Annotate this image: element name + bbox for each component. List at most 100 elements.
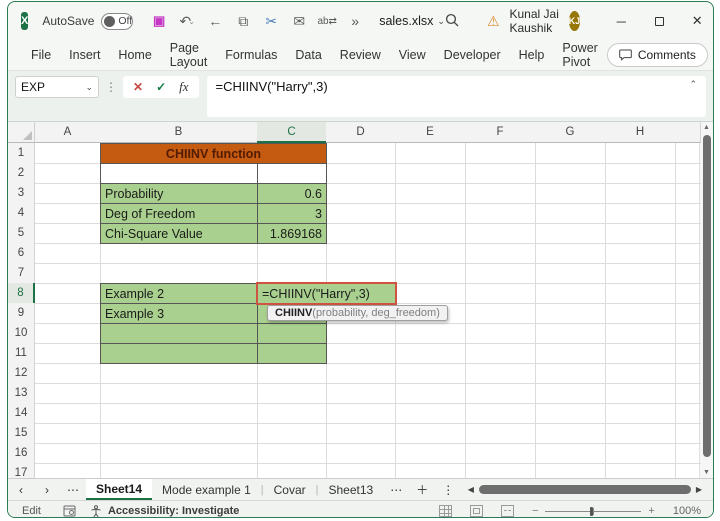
- cell-B10[interactable]: [100, 323, 258, 344]
- comments-button[interactable]: Comments: [606, 43, 708, 67]
- collapse-formula-bar-icon[interactable]: ⌃: [689, 79, 697, 90]
- ribbon-tab-help[interactable]: Help: [510, 40, 554, 70]
- vertical-scrollbar[interactable]: ▲ ▼: [699, 122, 713, 478]
- row-header-5[interactable]: 5: [8, 223, 35, 244]
- cell-C10[interactable]: [257, 323, 327, 344]
- insert-function-icon[interactable]: fx: [179, 79, 188, 95]
- scroll-right-icon[interactable]: ▶: [691, 485, 707, 494]
- accessibility-status[interactable]: Accessibility: Investigate: [108, 505, 239, 517]
- row-header-12[interactable]: 12: [8, 363, 35, 384]
- macro-record-icon[interactable]: [63, 505, 76, 517]
- avatar[interactable]: KJ: [568, 11, 581, 31]
- cell-C5[interactable]: 1.869168: [257, 223, 327, 244]
- cell-B1[interactable]: CHIINV function: [100, 143, 327, 164]
- cell-C4[interactable]: 3: [257, 203, 327, 224]
- cell-C8[interactable]: =CHIINV("Harry",3): [257, 283, 396, 304]
- prev-sheet-icon[interactable]: ‹: [8, 483, 34, 497]
- column-header-f[interactable]: F: [465, 122, 536, 143]
- zoom-slider-thumb[interactable]: [589, 506, 593, 516]
- document-title[interactable]: sales.xlsx ⌄: [379, 14, 445, 28]
- sheet-tab-sheet14[interactable]: Sheet14: [86, 479, 153, 500]
- row-header-13[interactable]: 13: [8, 383, 35, 404]
- row-header-3[interactable]: 3: [8, 183, 35, 204]
- column-header-a[interactable]: A: [35, 122, 101, 143]
- sheet-tab-sheet13[interactable]: Sheet13: [318, 479, 383, 500]
- autosave-toggle[interactable]: Off: [101, 12, 134, 30]
- ribbon-tab-home[interactable]: Home: [109, 40, 160, 70]
- cell-B11[interactable]: [100, 343, 258, 364]
- zoom-out-icon[interactable]: −: [532, 505, 538, 517]
- cell-B8[interactable]: Example 2: [100, 283, 258, 304]
- column-header-g[interactable]: G: [535, 122, 606, 143]
- scroll-down-icon[interactable]: ▼: [700, 469, 713, 476]
- formula-input[interactable]: =CHIINV("Harry",3) ⌃: [206, 76, 706, 117]
- close-button[interactable]: ✕: [678, 6, 713, 36]
- warning-icon[interactable]: ⚠: [487, 13, 500, 30]
- page-layout-view-icon[interactable]: [469, 505, 483, 517]
- scroll-up-icon[interactable]: ▲: [700, 124, 713, 131]
- row-header-10[interactable]: 10: [8, 323, 35, 344]
- ribbon-tab-view[interactable]: View: [390, 40, 435, 70]
- copy-icon[interactable]: ⧉: [229, 9, 257, 33]
- excel-app-icon[interactable]: X: [21, 12, 29, 30]
- row-header-15[interactable]: 15: [8, 423, 35, 444]
- undo-icon[interactable]: ↶ ⌄: [173, 9, 201, 33]
- minimize-button[interactable]: ─: [602, 6, 640, 36]
- mail-icon[interactable]: ✉: [285, 9, 313, 33]
- replace-icon[interactable]: ab⇄: [313, 9, 341, 33]
- ribbon-tab-formulas[interactable]: Formulas: [216, 40, 286, 70]
- search-icon[interactable]: [445, 13, 459, 30]
- save-icon[interactable]: ▣: [145, 9, 173, 33]
- page-break-view-icon[interactable]: [500, 505, 514, 517]
- new-sheet-icon[interactable]: ＋: [409, 481, 435, 498]
- column-header-c[interactable]: C: [257, 122, 327, 143]
- sheet-tab-covar[interactable]: Covar: [264, 479, 316, 500]
- cancel-icon[interactable]: ✕: [133, 80, 143, 94]
- normal-view-icon[interactable]: [438, 505, 452, 517]
- column-header-e[interactable]: E: [395, 122, 466, 143]
- ribbon-tab-data[interactable]: Data: [286, 40, 330, 70]
- column-header-h[interactable]: H: [605, 122, 676, 143]
- horizontal-scrollbar[interactable]: ◀ ▶: [463, 485, 707, 494]
- ribbon-tab-review[interactable]: Review: [331, 40, 390, 70]
- maximize-button[interactable]: [640, 6, 678, 36]
- cell-C3[interactable]: 0.6: [257, 183, 327, 204]
- row-header-7[interactable]: 7: [8, 263, 35, 284]
- row-header-17[interactable]: 17: [8, 463, 35, 478]
- select-all-corner[interactable]: [8, 122, 35, 143]
- cell-C2[interactable]: [257, 163, 327, 184]
- row-header-8[interactable]: 8: [8, 283, 35, 304]
- next-sheet-icon[interactable]: ›: [34, 483, 60, 497]
- more-sheets-icon[interactable]: ⋯: [383, 483, 409, 497]
- worksheet-grid[interactable]: ▲ ▼ A B C D E F G H 1 2 3 4 5 6 7 8 9 10 11 12 13 14 15 16 17 CHI…: [8, 121, 713, 478]
- column-header-b[interactable]: B: [100, 122, 258, 143]
- cell-B3[interactable]: Probability: [100, 183, 258, 204]
- zoom-slider[interactable]: [545, 506, 642, 516]
- row-header-2[interactable]: 2: [8, 163, 35, 184]
- scroll-left-icon[interactable]: ◀: [463, 485, 479, 494]
- cell-B2[interactable]: [100, 163, 258, 184]
- vertical-scroll-thumb[interactable]: [703, 135, 711, 457]
- ribbon-tab-power-pivot[interactable]: Power Pivot: [553, 40, 606, 70]
- cell-B4[interactable]: Deg of Freedom: [100, 203, 258, 224]
- sheet-tab-mode-example-1[interactable]: Mode example 1: [152, 479, 261, 500]
- ribbon-tab-insert[interactable]: Insert: [60, 40, 109, 70]
- zoom-in-icon[interactable]: +: [648, 505, 654, 517]
- cell-C11[interactable]: [257, 343, 327, 364]
- row-header-1[interactable]: 1: [8, 143, 35, 164]
- ribbon-tab-file[interactable]: File: [22, 40, 60, 70]
- cell-B5[interactable]: Chi-Square Value: [100, 223, 258, 244]
- tab-options-icon[interactable]: ⋮: [435, 483, 461, 497]
- more-commands-icon[interactable]: »: [341, 9, 369, 33]
- cell-B9[interactable]: Example 3: [100, 303, 258, 324]
- row-header-16[interactable]: 16: [8, 443, 35, 464]
- name-box[interactable]: EXP ⌄: [15, 76, 99, 98]
- row-header-14[interactable]: 14: [8, 403, 35, 424]
- ribbon-tab-page-layout[interactable]: Page Layout: [161, 40, 217, 70]
- row-header-6[interactable]: 6: [8, 243, 35, 264]
- enter-icon[interactable]: ✓: [156, 80, 166, 94]
- cut-icon[interactable]: ✂: [257, 9, 285, 33]
- horizontal-scroll-thumb[interactable]: [478, 485, 691, 494]
- row-header-11[interactable]: 11: [8, 343, 35, 364]
- back-arrow-icon[interactable]: ←: [201, 9, 229, 33]
